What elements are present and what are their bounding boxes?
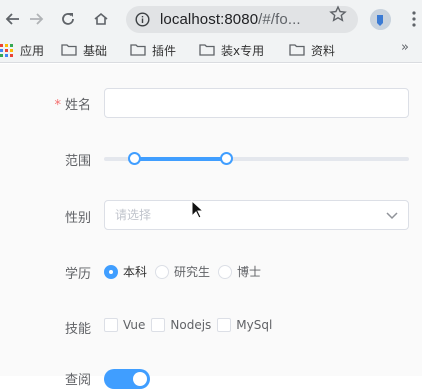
folder-icon [61, 44, 77, 56]
checkbox-mysql[interactable]: MySql [217, 318, 272, 332]
name-input[interactable] [104, 88, 409, 118]
name-label: * 姓名 [11, 94, 91, 113]
bookmark-folder-special[interactable]: 装x专用 [199, 41, 264, 59]
range-label: 范围 [64, 154, 91, 169]
name-label-text: 姓名 [64, 98, 91, 113]
apps-grid-icon [0, 44, 13, 57]
form-page: * 姓名 范围 性别 请选择 学历 本科 研究生 博士 技能 Vue Nodej… [0, 64, 422, 389]
checkbox-label: Nodejs [170, 318, 212, 332]
bookmark-folder-plugins[interactable]: 插件 [130, 41, 176, 59]
checkbox-label: MySql [236, 318, 273, 332]
info-icon[interactable] [135, 12, 150, 27]
checkbox-box[interactable] [217, 318, 232, 332]
radio-option-bachelor[interactable]: 本科 [104, 263, 147, 280]
bookmark-folder-basic[interactable]: 基础 [61, 41, 107, 59]
bookmark-label: 插件 [152, 43, 177, 58]
radio-label: 博士 [237, 265, 262, 279]
range-slider[interactable] [104, 152, 409, 165]
url-path: /#/fo... [258, 11, 301, 28]
gender-select-placeholder: 请选择 [115, 208, 152, 222]
education-radio-group: 本科 研究生 博士 [104, 263, 269, 280]
gender-select[interactable]: 请选择 [104, 200, 409, 230]
arrow-left-icon [5, 13, 19, 25]
radio-button[interactable] [104, 264, 118, 279]
bookmark-label: 基础 [83, 43, 108, 58]
radio-option-doctor[interactable]: 博士 [218, 263, 261, 280]
browser-toolbar: localhost:8080/#/fo... [0, 0, 422, 37]
address-bar[interactable]: localhost:8080/#/fo... [126, 6, 358, 33]
skills-checkbox-group: Vue Nodejs MySql [104, 318, 278, 332]
required-mark: * [54, 98, 61, 113]
radio-button[interactable] [218, 264, 233, 279]
folder-icon [130, 44, 146, 56]
bookmarks-bar: 应用 基础 插件 装x专用 资料 » [0, 37, 422, 63]
checkbox-nodejs[interactable]: Nodejs [151, 318, 211, 332]
person-icon [370, 9, 391, 30]
checkbox-vue[interactable]: Vue [104, 318, 145, 332]
education-label: 学历 [64, 267, 91, 282]
bookmark-label: 装x专用 [221, 43, 265, 58]
checkbox-box[interactable] [151, 318, 166, 332]
more-bookmarks-button[interactable]: » [401, 40, 409, 55]
reload-button[interactable] [57, 8, 79, 30]
radio-label: 本科 [123, 265, 148, 279]
bookmark-label: 资料 [311, 43, 336, 58]
forward-button[interactable] [25, 8, 47, 30]
mouse-cursor-icon [191, 200, 205, 219]
checkbox-label: Vue [123, 318, 146, 332]
bookmark-folder-materials[interactable]: 资料 [289, 41, 335, 59]
url-host: localhost:8080 [160, 11, 259, 28]
bookmark-apps[interactable]: 应用 [0, 41, 44, 59]
arrow-right-icon [30, 13, 44, 25]
profile-avatar[interactable] [370, 9, 391, 30]
bookmark-label: 应用 [20, 43, 45, 58]
skills-label: 技能 [64, 322, 91, 337]
range-slider-handle-max[interactable] [219, 152, 233, 165]
radio-button[interactable] [155, 264, 170, 279]
radio-label: 研究生 [174, 265, 211, 279]
gender-label: 性别 [64, 211, 91, 226]
back-button[interactable] [2, 8, 24, 30]
range-slider-bar [134, 157, 226, 161]
range-slider-handle-min[interactable] [128, 152, 141, 165]
checkbox-box[interactable] [104, 318, 118, 332]
toggle-switch[interactable] [104, 369, 150, 389]
kebab-menu-icon[interactable] [406, 9, 422, 30]
reload-icon [62, 13, 74, 25]
home-icon [94, 12, 108, 25]
switch-label: 查阅 [64, 373, 91, 388]
folder-icon [199, 44, 215, 56]
radio-option-master[interactable]: 研究生 [155, 263, 210, 280]
url-text: localhost:8080/#/fo... [160, 11, 301, 28]
bookmark-star-icon[interactable] [329, 5, 347, 23]
folder-icon [289, 44, 305, 56]
chevron-down-icon [386, 212, 398, 220]
home-button[interactable] [90, 8, 112, 30]
